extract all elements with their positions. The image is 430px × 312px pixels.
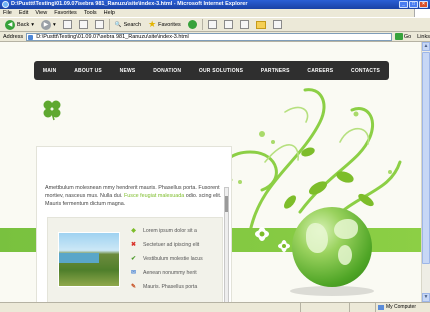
list-item[interactable]: ✉ Aenean nonummy herit xyxy=(130,266,203,280)
menu-help[interactable]: Help xyxy=(104,10,115,16)
pencil-icon: ✎ xyxy=(130,283,137,290)
list-item[interactable]: ◆ Lorem ipsum dolor sit a xyxy=(130,224,203,238)
windows-logo-icon xyxy=(414,9,430,17)
feature-label: Aenean nonummy herit xyxy=(143,270,197,276)
home-button[interactable] xyxy=(93,19,106,31)
menu-bar: File Edit View Favorites Tools Help xyxy=(0,9,430,17)
mail-button[interactable] xyxy=(206,19,219,31)
feature-label: Vestibulum molestie lacus xyxy=(143,256,203,262)
landscape-photo xyxy=(58,232,120,287)
go-label: Go xyxy=(403,33,412,40)
content-panel: Amettbulum molesnean mmy hendrerit mauri… xyxy=(36,146,232,302)
back-label: Back xyxy=(17,21,30,28)
history-icon xyxy=(187,20,197,29)
links-button[interactable]: Links xyxy=(417,34,430,40)
status-bar: My Computer xyxy=(0,302,430,312)
security-zone: My Computer xyxy=(374,303,416,312)
menu-favorites[interactable]: Favorites xyxy=(54,10,77,16)
diamond-icon: ◆ xyxy=(131,227,136,234)
menu-tools[interactable]: Tools xyxy=(84,10,97,16)
edit-button[interactable] xyxy=(238,19,251,31)
address-label: Address xyxy=(3,33,24,40)
panel-scrollbar[interactable] xyxy=(224,187,229,302)
nav-item-partners[interactable]: PARTNERS xyxy=(261,68,290,74)
clover-logo[interactable] xyxy=(42,99,62,121)
nav-item-our-solutions[interactable]: OUR SOLUTIONS xyxy=(199,68,243,74)
features-box: ◆ Lorem ipsum dolor sit a ✖ Sectetuer ad… xyxy=(47,217,223,302)
check-icon: ✔ xyxy=(130,255,137,262)
window-title: D:\Pusttt\Testing\01.09.07\sebra 981_Ran… xyxy=(11,1,248,7)
chevron-down-icon: ▾ xyxy=(53,21,56,28)
stop-button[interactable] xyxy=(61,19,74,31)
history-button[interactable] xyxy=(186,19,199,31)
list-item[interactable]: ✖ Sectetuer ad ipiscing elit xyxy=(130,238,203,252)
back-arrow-icon: ◀ xyxy=(5,19,15,30)
minimize-button[interactable]: _ xyxy=(399,1,408,8)
stop-icon xyxy=(62,20,72,29)
refresh-icon xyxy=(78,20,88,29)
page-viewport: MAIN ABOUT US NEWS DONATION OUR SOLUTION… xyxy=(0,42,430,302)
menu-view[interactable]: View xyxy=(35,10,47,16)
globe-shadow xyxy=(290,286,374,296)
nav-item-news[interactable]: NEWS xyxy=(120,68,136,74)
search-icon: 🔍 xyxy=(114,21,122,28)
go-button[interactable]: Go xyxy=(394,33,412,40)
scroll-up-button[interactable]: ▲ xyxy=(422,42,430,51)
nav-item-contacts[interactable]: CONTACTS xyxy=(351,68,380,74)
feature-list: ◆ Lorem ipsum dolor sit a ✖ Sectetuer ad… xyxy=(130,224,203,294)
feature-label: Mauris. Phasellus porta xyxy=(143,284,198,290)
search-label: Search xyxy=(123,21,142,28)
go-arrow-icon xyxy=(394,33,403,40)
home-icon xyxy=(94,20,104,29)
messenger-button[interactable] xyxy=(271,19,284,31)
folder-icon xyxy=(255,20,266,29)
mail-icon xyxy=(207,20,217,29)
cross-icon: ✖ xyxy=(130,241,137,248)
feature-label: Sectetuer ad ipiscing elit xyxy=(143,242,200,248)
main-nav: MAIN ABOUT US NEWS DONATION OUR SOLUTION… xyxy=(34,61,389,80)
star-icon: ★ xyxy=(148,19,157,29)
search-button[interactable]: 🔍 Search xyxy=(113,19,143,31)
menu-edit[interactable]: Edit xyxy=(19,10,28,16)
status-cells xyxy=(300,303,350,312)
messenger-icon xyxy=(272,20,282,29)
list-item[interactable]: ✔ Vestibulum molestie lacus xyxy=(130,252,203,266)
ie-icon xyxy=(2,1,9,8)
maximize-button[interactable]: □ xyxy=(409,1,418,8)
refresh-button[interactable] xyxy=(77,19,90,31)
forward-button[interactable]: ▶ ▾ xyxy=(39,19,58,31)
window-titlebar[interactable]: D:\Pusttt\Testing\01.09.07\sebra 981_Ran… xyxy=(0,0,430,9)
forward-arrow-icon: ▶ xyxy=(41,19,51,30)
close-button[interactable]: × xyxy=(419,1,428,8)
nav-item-donation[interactable]: DONATION xyxy=(153,68,181,74)
nav-item-main[interactable]: MAIN xyxy=(43,68,57,74)
envelope-icon: ✉ xyxy=(130,269,137,276)
globe-illustration xyxy=(292,207,372,287)
back-button[interactable]: ◀ Back ▾ xyxy=(3,19,36,31)
chevron-down-icon: ▾ xyxy=(31,21,34,28)
toolbar-divider xyxy=(201,19,203,30)
page-scrollbar[interactable]: ▲ ▼ xyxy=(421,42,430,302)
nav-item-careers[interactable]: CAREERS xyxy=(307,68,333,74)
folder-button[interactable] xyxy=(254,19,268,31)
intro-text: Amettbulum molesnean mmy hendrerit mauri… xyxy=(45,184,223,208)
scroll-down-button[interactable]: ▼ xyxy=(422,293,430,302)
toolbar-divider xyxy=(108,19,110,30)
favorites-label: Favorites xyxy=(158,21,181,28)
browser-toolbar: ◀ Back ▾ ▶ ▾ 🔍 Search ★ Favorites xyxy=(0,17,430,32)
intro-highlight-link[interactable]: Fusce feugiat malesuada xyxy=(124,193,184,199)
favorites-button[interactable]: ★ Favorites xyxy=(146,19,183,31)
list-item[interactable]: ✎ Mauris. Phasellus porta xyxy=(130,280,203,294)
menu-file[interactable]: File xyxy=(3,10,12,16)
scroll-thumb[interactable] xyxy=(422,52,430,264)
address-input[interactable]: D:\Pusttt\Testing\01.09.07\sebra 981_Ran… xyxy=(26,32,392,41)
panel-scroll-thumb[interactable] xyxy=(225,196,228,212)
edit-icon xyxy=(239,20,249,29)
address-bar: Address D:\Pusttt\Testing\01.09.07\sebra… xyxy=(0,32,430,42)
feature-label: Lorem ipsum dolor sit a xyxy=(143,228,197,234)
print-icon xyxy=(223,20,233,29)
print-button[interactable] xyxy=(222,19,235,31)
nav-item-about-us[interactable]: ABOUT US xyxy=(74,68,102,74)
